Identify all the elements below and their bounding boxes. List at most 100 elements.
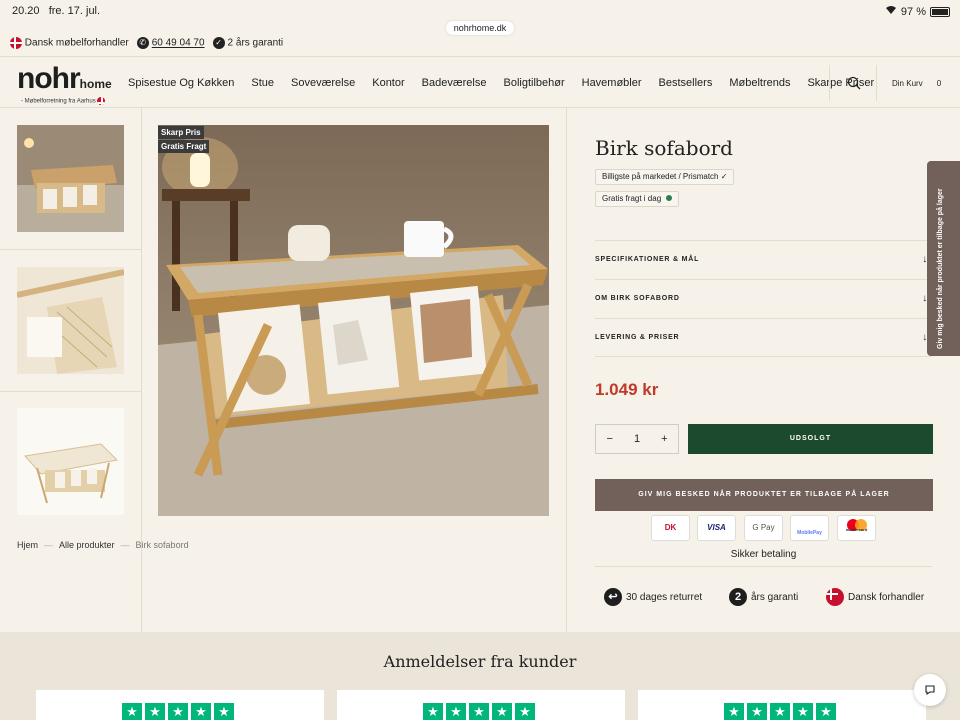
battery-label: 97 % — [900, 5, 926, 18]
status-bar: 20.20 fre. 17. jul. 97 % — [0, 0, 960, 22]
chat-icon[interactable] — [914, 674, 946, 706]
trust-danish: Dansk forhandler — [826, 588, 924, 606]
badge-gratis-fragt: Gratis Fragt — [158, 140, 210, 153]
trustpilot-stars: ★ ★ ★ ★ ★ — [423, 703, 535, 720]
logo[interactable]: nohrhome - Møbelforretning fra Aarhus — [17, 62, 112, 105]
badge-skarp-pris: Skarp Pris — [158, 126, 204, 139]
nav-item[interactable]: Soveværelse — [291, 77, 355, 89]
status-dot-icon — [666, 195, 673, 201]
divider — [595, 566, 932, 567]
nav-item[interactable]: Kontor — [372, 77, 404, 89]
accordion-about[interactable]: OM BIRK SOFABORD ↓ — [595, 279, 932, 318]
dankort-icon: DK — [651, 515, 690, 541]
star-icon: ★ — [492, 703, 512, 720]
phone-icon: ✆ — [136, 37, 149, 49]
reviews-section: Anmeldelser fra kunder ★ ★ ★ ★ ★ ★ ★ ★ ★ ★ ★ ★ ★ ★ ★ — [0, 632, 960, 720]
divider — [876, 65, 877, 101]
star-icon: ★ — [145, 703, 165, 720]
star-icon: ★ — [423, 703, 443, 720]
main-nav: Spisestue Og Køkken Stue Soveværelse Kon… — [128, 77, 874, 89]
site-header: nohrhome - Møbelforretning fra Aarhus Sp… — [0, 56, 960, 108]
nav-item[interactable]: Spisestue Og Køkken — [128, 77, 234, 89]
star-icon: ★ — [469, 703, 489, 720]
nav-item[interactable]: Stue — [251, 77, 274, 89]
review-card: ★ ★ ★ ★ ★ — [638, 690, 926, 720]
dealer-info: Dansk møbelforhandler — [10, 37, 129, 49]
divider — [0, 391, 142, 392]
nav-item[interactable]: Badeværelse — [422, 77, 487, 89]
search-icon[interactable] — [847, 76, 861, 95]
logo-tagline: - Møbelforretning fra Aarhus — [21, 97, 106, 105]
breadcrumb-separator: — — [44, 540, 54, 550]
secure-payment-label: Sikker betaling — [730, 549, 797, 560]
star-icon: ★ — [724, 703, 744, 720]
soldout-button[interactable]: UDSOLGT — [688, 424, 933, 454]
star-icon: ★ — [191, 703, 211, 720]
breadcrumb: Hjem — Alle produkter — Birk sofabord — [17, 540, 189, 550]
nav-item[interactable]: Skarpe Priser — [807, 77, 874, 89]
trust-warranty: 2 års garanti — [729, 588, 798, 606]
star-icon: ★ — [446, 703, 466, 720]
nav-item[interactable]: Boligtilbehør — [503, 77, 564, 89]
danish-flag-icon — [10, 37, 22, 49]
visa-icon: VISA — [697, 515, 736, 541]
danish-flag-icon — [826, 588, 844, 606]
status-right: 97 % — [885, 5, 950, 18]
cart-button[interactable]: Din Kurv 0 — [892, 79, 941, 88]
trustpilot-stars: ★ ★ ★ ★ ★ — [122, 703, 234, 720]
cart-count: 0 — [936, 79, 942, 88]
warranty-info: ✓ 2 års garanti — [212, 37, 283, 49]
mobilepay-icon: MobilePay — [790, 515, 829, 541]
thumbnail-3[interactable] — [17, 408, 124, 515]
google-pay-icon: G Pay — [744, 515, 783, 541]
trust-return: ↩ 30 dages returret — [604, 588, 702, 606]
breadcrumb-home[interactable]: Hjem — [17, 540, 38, 550]
reviews-title: Anmeldelser fra kunder — [383, 652, 577, 671]
mastercard-icon: mastercard — [837, 515, 876, 541]
review-card: ★ ★ ★ ★ ★ — [337, 690, 625, 720]
thumbnail-1[interactable] — [17, 125, 124, 232]
star-icon: ★ — [214, 703, 234, 720]
minus-button[interactable]: − — [607, 433, 613, 445]
breadcrumb-current: Birk sofabord — [135, 540, 189, 550]
divider — [0, 249, 142, 250]
breadcrumb-separator: — — [120, 540, 130, 550]
breadcrumb-all-products[interactable]: Alle produkter — [59, 540, 115, 550]
phone-info[interactable]: ✆ 60 49 04 70 — [136, 37, 205, 49]
star-icon: ★ — [770, 703, 790, 720]
nav-item[interactable]: Bestsellers — [659, 77, 713, 89]
notify-restock-button[interactable]: GIV MIG BESKED NÅR PRODUKTET ER TILBAGE … — [595, 479, 933, 511]
top-info-bar: Dansk møbelforhandler ✆ 60 49 04 70 ✓ 2 år… — [0, 36, 960, 50]
thumbnail-2[interactable] — [17, 267, 124, 374]
danish-flag-icon — [97, 97, 106, 105]
product-title: Birk sofabord — [595, 136, 733, 160]
warranty-icon: 2 — [729, 588, 747, 606]
notify-side-tab[interactable]: Giv mig besked når produktet er tilbage … — [927, 161, 960, 356]
star-icon: ★ — [515, 703, 535, 720]
url-bar[interactable]: nohrhome.dk — [446, 21, 514, 35]
trustpilot-stars: ★ ★ ★ ★ ★ — [724, 703, 836, 720]
status-time: 20.20 fre. 17. jul. — [12, 5, 101, 17]
quantity-value[interactable]: 1 — [634, 433, 640, 445]
return-icon: ↩ — [604, 588, 622, 606]
star-icon: ★ — [747, 703, 767, 720]
accordion-delivery[interactable]: LEVERING & PRISER ↓ — [595, 318, 932, 357]
product-price: 1.049 kr — [595, 380, 659, 399]
plus-button[interactable]: + — [661, 433, 667, 445]
nav-item[interactable]: Havemøbler — [582, 77, 642, 89]
accordion-specifications[interactable]: SPECIFIKATIONER & MÅL ↓ — [595, 240, 932, 279]
star-icon: ★ — [793, 703, 813, 720]
quantity-stepper: − 1 + — [595, 424, 679, 454]
review-card: ★ ★ ★ ★ ★ — [36, 690, 324, 720]
nav-item[interactable]: Møbeltrends — [729, 77, 790, 89]
main-product-image[interactable] — [158, 125, 549, 516]
star-icon: ★ — [122, 703, 142, 720]
free-shipping-tag: Gratis fragt i dag — [595, 191, 680, 207]
star-icon: ★ — [816, 703, 836, 720]
wifi-icon — [885, 5, 897, 18]
prismatch-tag: Billigste på markedet / Prismatch ✓ — [595, 169, 735, 185]
divider — [829, 65, 830, 101]
check-icon: ✓ — [212, 37, 225, 49]
thumbnail-column — [0, 108, 142, 632]
column-divider — [566, 108, 567, 632]
